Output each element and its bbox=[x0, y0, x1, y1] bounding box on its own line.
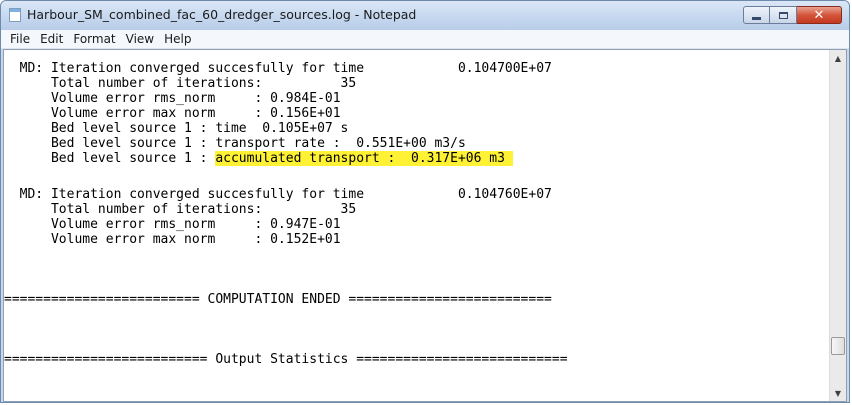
notepad-window: Harbour_SM_combined_fac_60_dredger_sourc… bbox=[0, 0, 850, 403]
notepad-app-icon[interactable] bbox=[9, 8, 21, 22]
scroll-down-arrow-icon[interactable]: ▼ bbox=[830, 385, 846, 401]
log-line: ========================== Output Statis… bbox=[4, 352, 568, 367]
title-bar[interactable]: Harbour_SM_combined_fac_60_dredger_sourc… bbox=[1, 1, 849, 30]
close-button[interactable]: ✕ bbox=[797, 6, 842, 24]
log-line: Bed level source 1 : transport rate : 0.… bbox=[4, 136, 466, 151]
log-text-area[interactable]: MD: Iteration converged succesfully for … bbox=[4, 50, 829, 401]
menu-edit[interactable]: Edit bbox=[35, 32, 68, 46]
menu-view[interactable]: View bbox=[121, 32, 159, 46]
minimize-button[interactable] bbox=[743, 6, 770, 24]
log-line: MD: Iteration converged succesfully for … bbox=[4, 187, 552, 202]
log-line: Volume error rms_norm : 0.947E-01 bbox=[4, 217, 341, 232]
maximize-button[interactable] bbox=[770, 6, 797, 24]
log-line: MD: Iteration converged succesfully for … bbox=[4, 61, 552, 76]
editor-area[interactable]: MD: Iteration converged succesfully for … bbox=[3, 49, 847, 402]
log-line-prefix: Bed level source 1 : bbox=[4, 151, 216, 166]
close-icon: ✕ bbox=[813, 7, 825, 23]
minimize-icon bbox=[752, 16, 761, 20]
maximize-icon bbox=[778, 11, 788, 19]
log-line: ========================= COMPUTATION EN… bbox=[4, 292, 552, 307]
caption-buttons: ✕ bbox=[743, 6, 842, 24]
log-line: Bed level source 1 : accumulated transpo… bbox=[4, 151, 513, 166]
log-line: Volume error max norm : 0.152E+01 bbox=[4, 232, 341, 247]
menu-format[interactable]: Format bbox=[68, 32, 120, 46]
log-line: Volume error max norm : 0.156E+01 bbox=[4, 106, 341, 121]
highlighted-text: accumulated transport : 0.317E+06 m3 bbox=[215, 151, 513, 166]
menu-bar: File Edit Format View Help bbox=[1, 30, 849, 49]
log-line: Volume error rms_norm : 0.984E-01 bbox=[4, 91, 341, 106]
window-title: Harbour_SM_combined_fac_60_dredger_sourc… bbox=[27, 7, 417, 22]
menu-file[interactable]: File bbox=[5, 32, 35, 46]
vertical-scrollbar[interactable]: ▲ ▼ bbox=[829, 50, 846, 401]
log-line: Total number of iterations: 35 bbox=[4, 76, 357, 91]
menu-help[interactable]: Help bbox=[159, 32, 196, 46]
scrollbar-thumb[interactable] bbox=[831, 337, 845, 355]
log-line: Bed level source 1 : time 0.105E+07 s bbox=[4, 121, 349, 136]
scroll-up-arrow-icon[interactable]: ▲ bbox=[830, 50, 846, 66]
log-line: Total number of iterations: 35 bbox=[4, 202, 357, 217]
